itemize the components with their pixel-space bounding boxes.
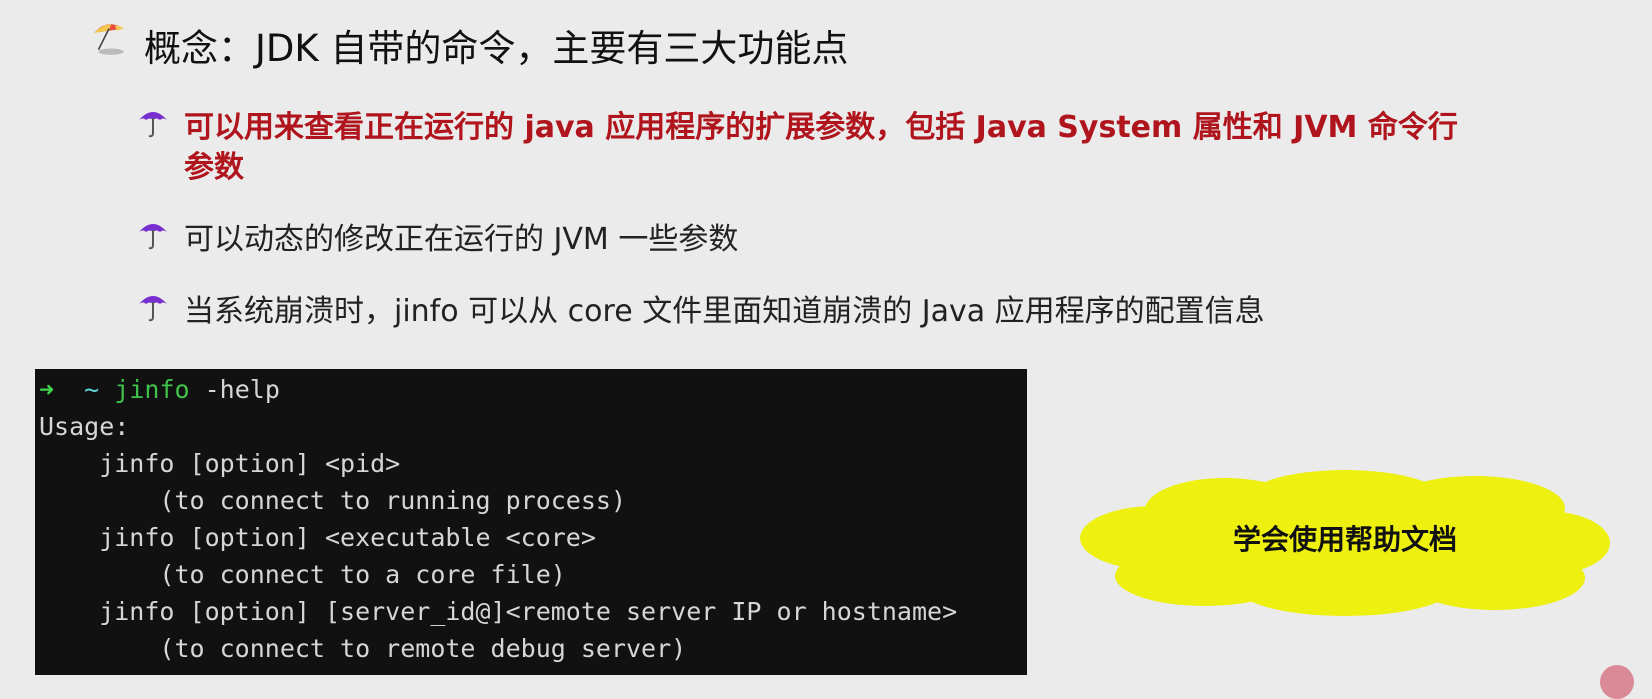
terminal-line: (to connect to running process) — [39, 486, 626, 515]
bullet-1-line-1: 可以用来查看正在运行的 java 应用程序的扩展参数，包括 Java Syste… — [184, 110, 1458, 145]
corner-badge — [1600, 665, 1634, 699]
terminal-line: jinfo [option] <pid> — [39, 449, 401, 478]
umbrella-icon — [139, 224, 167, 250]
terminal-line: (to connect to a core file) — [39, 560, 566, 589]
page-title: 概念：JDK 自带的命令，主要有三大功能点 — [144, 27, 849, 70]
command: jinfo — [114, 375, 190, 404]
terminal-prompt-line: ➜ ~ jinfo -help — [39, 371, 280, 408]
bullet-1-line-2: 参数 — [184, 150, 244, 185]
beach-umbrella-icon — [94, 24, 124, 55]
callout-text: 学会使用帮助文档 — [1232, 523, 1457, 556]
command-args: -help — [189, 375, 280, 404]
prompt-dir: ~ — [84, 375, 100, 404]
umbrella-icon — [139, 296, 167, 322]
terminal-line: Usage: — [39, 412, 130, 441]
bullet-2: 可以动态的修改正在运行的 JVM 一些参数 — [184, 222, 739, 257]
terminal-line: (to connect to remote debug server) — [39, 634, 687, 663]
umbrella-icon — [139, 112, 167, 138]
bullet-3: 当系统崩溃时，jinfo 可以从 core 文件里面知道崩溃的 Java 应用程… — [184, 294, 1265, 329]
prompt-arrow-icon: ➜ — [39, 375, 55, 404]
terminal-screenshot: ➜ ~ jinfo -help Usage: jinfo [option] <p… — [35, 369, 1027, 675]
terminal-line: jinfo [option] [server_id@]<remote serve… — [39, 597, 958, 626]
terminal-line: jinfo [option] <executable <core> — [39, 523, 596, 552]
